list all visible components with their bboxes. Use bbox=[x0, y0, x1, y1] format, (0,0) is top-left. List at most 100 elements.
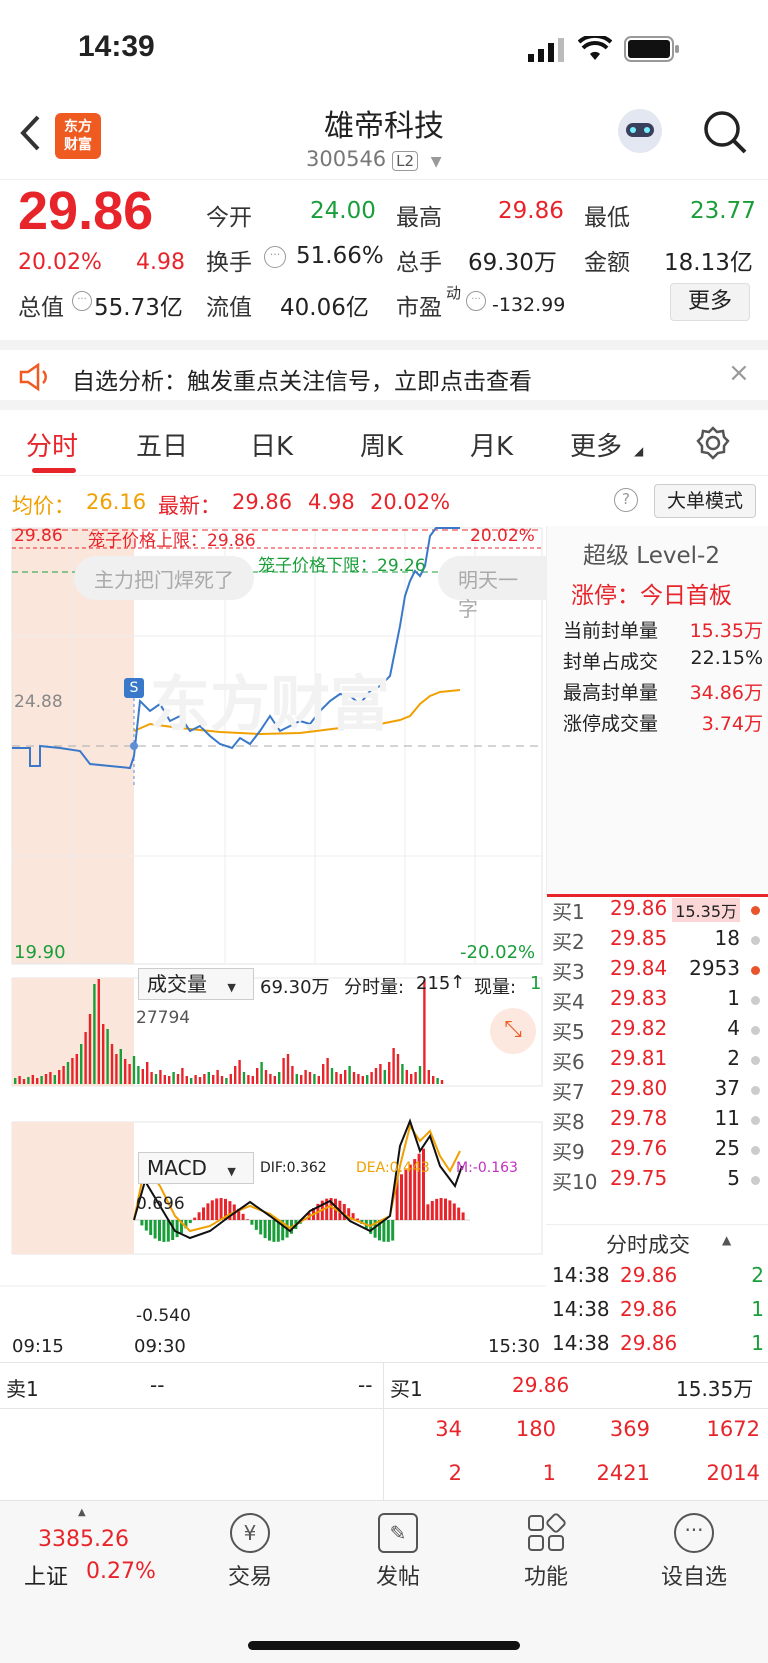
nav-add-watchlist[interactable]: ··· 设自选 bbox=[634, 1513, 754, 1591]
high-value: 29.86 bbox=[498, 198, 564, 224]
order-dot-icon bbox=[751, 936, 760, 945]
macd-bar bbox=[197, 1212, 201, 1220]
arrow-up-icon: ↑ bbox=[450, 972, 466, 993]
volume-bar bbox=[388, 1062, 391, 1084]
nav-label: 发帖 bbox=[375, 1565, 420, 1590]
volume-bar bbox=[348, 1066, 351, 1084]
info-icon[interactable]: ··· bbox=[264, 246, 286, 268]
macd-bar bbox=[153, 1220, 157, 1239]
stock-code: 300546 bbox=[306, 147, 387, 171]
volume-bar bbox=[128, 1064, 131, 1084]
tab-five-day[interactable]: 五日 bbox=[136, 426, 188, 463]
nav-trade[interactable]: ¥ 交易 bbox=[190, 1513, 310, 1591]
order-dot-icon bbox=[751, 1026, 760, 1035]
volume-bar bbox=[110, 1044, 114, 1084]
intraday-chart[interactable] bbox=[0, 526, 546, 1366]
latest-value: 29.86 bbox=[232, 490, 293, 514]
macd-bar bbox=[439, 1198, 443, 1220]
macd-bar bbox=[457, 1207, 461, 1220]
minute-volume-label: 分时量: bbox=[344, 977, 405, 998]
order-volume: 2 bbox=[727, 1046, 740, 1070]
nav-post[interactable]: ✎ 发帖 bbox=[338, 1513, 458, 1591]
volume-bar bbox=[436, 1078, 439, 1084]
order-level: 买3 bbox=[552, 960, 585, 984]
help-icon[interactable]: ? bbox=[614, 488, 638, 512]
close-icon[interactable]: × bbox=[728, 358, 750, 388]
buy-row: 买1 29.86 15.35万 bbox=[384, 1363, 768, 1409]
volume-bar bbox=[168, 1076, 171, 1084]
volume-bar bbox=[154, 1074, 158, 1084]
volume-bar bbox=[176, 1074, 180, 1084]
tab-intraday[interactable]: 分时 bbox=[26, 426, 78, 463]
big-order-mode-button[interactable]: 大单模式 bbox=[654, 484, 756, 518]
volume-bar bbox=[322, 1064, 325, 1084]
volume-bar bbox=[339, 1074, 342, 1084]
orderbook-row: 买9 29.76 25 bbox=[546, 1136, 768, 1167]
tab-monthly[interactable]: 月K bbox=[470, 426, 513, 463]
nav-function[interactable]: 功能 bbox=[486, 1513, 606, 1591]
tick-price: 29.86 bbox=[620, 1331, 678, 1355]
queue-vol: 2421 bbox=[596, 1461, 650, 1485]
macd-bar bbox=[461, 1212, 465, 1220]
pe-label: 市盈 bbox=[396, 295, 442, 321]
time-tick: 09:30 bbox=[134, 1336, 186, 1357]
volume-bar bbox=[396, 1054, 400, 1084]
indicator-select[interactable]: 成交量 ▼ bbox=[138, 968, 254, 1000]
volume-bar bbox=[238, 1060, 241, 1084]
tab-daily[interactable]: 日K bbox=[250, 426, 293, 463]
volume-bar bbox=[352, 1072, 356, 1084]
tab-weekly[interactable]: 周K bbox=[360, 426, 403, 463]
assistant-avatar-icon[interactable] bbox=[618, 109, 662, 153]
macd-select[interactable]: MACD ▼ bbox=[138, 1152, 254, 1184]
queue-vol: 34 bbox=[435, 1417, 462, 1441]
expand-icon[interactable]: ⤡ bbox=[490, 1008, 536, 1054]
volume-bar bbox=[84, 1032, 87, 1084]
status-time: 14:39 bbox=[78, 30, 155, 63]
macd-top: 0.696 bbox=[136, 1194, 185, 1214]
order-price: 29.86 bbox=[610, 896, 668, 920]
trade-icon: ¥ bbox=[230, 1513, 270, 1553]
volume-bar bbox=[44, 1074, 48, 1084]
macd-bar bbox=[272, 1220, 276, 1242]
sell-label: 卖1 bbox=[6, 1377, 39, 1401]
order-dot-icon bbox=[751, 1086, 760, 1095]
stock-code-row[interactable]: 300546 L2 ▼ bbox=[306, 147, 442, 171]
volume-bar bbox=[300, 1075, 303, 1084]
macd-bar bbox=[250, 1220, 254, 1225]
volume-label: 总手 bbox=[396, 250, 442, 276]
macd-bar bbox=[193, 1217, 197, 1220]
sell-row: 卖1 -- -- bbox=[0, 1363, 384, 1409]
more-button[interactable]: 更多 bbox=[670, 283, 750, 321]
info-icon[interactable]: ··· bbox=[466, 291, 486, 311]
volume-bar bbox=[58, 1070, 61, 1084]
volume-bar bbox=[190, 1078, 193, 1084]
macd-dif: DIF:0.362 bbox=[260, 1160, 327, 1176]
tick-title[interactable]: 分时成交 bbox=[606, 1229, 690, 1259]
tick-price: 29.86 bbox=[620, 1297, 678, 1321]
gear-icon[interactable] bbox=[696, 426, 730, 460]
orderbook-row: 买6 29.81 2 bbox=[546, 1046, 768, 1077]
avg-value: 26.16 bbox=[86, 490, 147, 514]
macd-m: M:-0.163 bbox=[456, 1160, 518, 1176]
now-volume-label: 现量: bbox=[474, 977, 517, 998]
volume-bar bbox=[14, 1078, 17, 1084]
search-icon[interactable] bbox=[702, 109, 748, 155]
macd-bar bbox=[188, 1220, 192, 1224]
tab-more[interactable]: 更多 bbox=[570, 426, 622, 463]
notice-bar[interactable]: 自选分析：触发重点关注信号，立即点击查看 × bbox=[0, 340, 768, 410]
index-ticker[interactable]: ▲ 3385.26 上证 0.27% bbox=[20, 1507, 160, 1593]
macd-bar bbox=[452, 1203, 456, 1220]
macd-bar bbox=[140, 1220, 144, 1226]
volume-bar bbox=[212, 1075, 215, 1084]
mktcap-label: 总值 bbox=[18, 295, 64, 321]
macd-bar bbox=[144, 1220, 148, 1231]
volume-bar bbox=[163, 1075, 166, 1084]
order-volume: 5 bbox=[727, 1166, 740, 1190]
macd-bar bbox=[162, 1220, 166, 1242]
queue-vol: 369 bbox=[609, 1417, 650, 1441]
order-level: 买9 bbox=[552, 1140, 585, 1164]
info-icon[interactable]: ··· bbox=[72, 291, 92, 311]
orderbook-row: 买4 29.83 1 bbox=[546, 986, 768, 1017]
level2-title: 超级 Level-2 bbox=[583, 543, 720, 569]
volume-bar bbox=[357, 1074, 360, 1084]
